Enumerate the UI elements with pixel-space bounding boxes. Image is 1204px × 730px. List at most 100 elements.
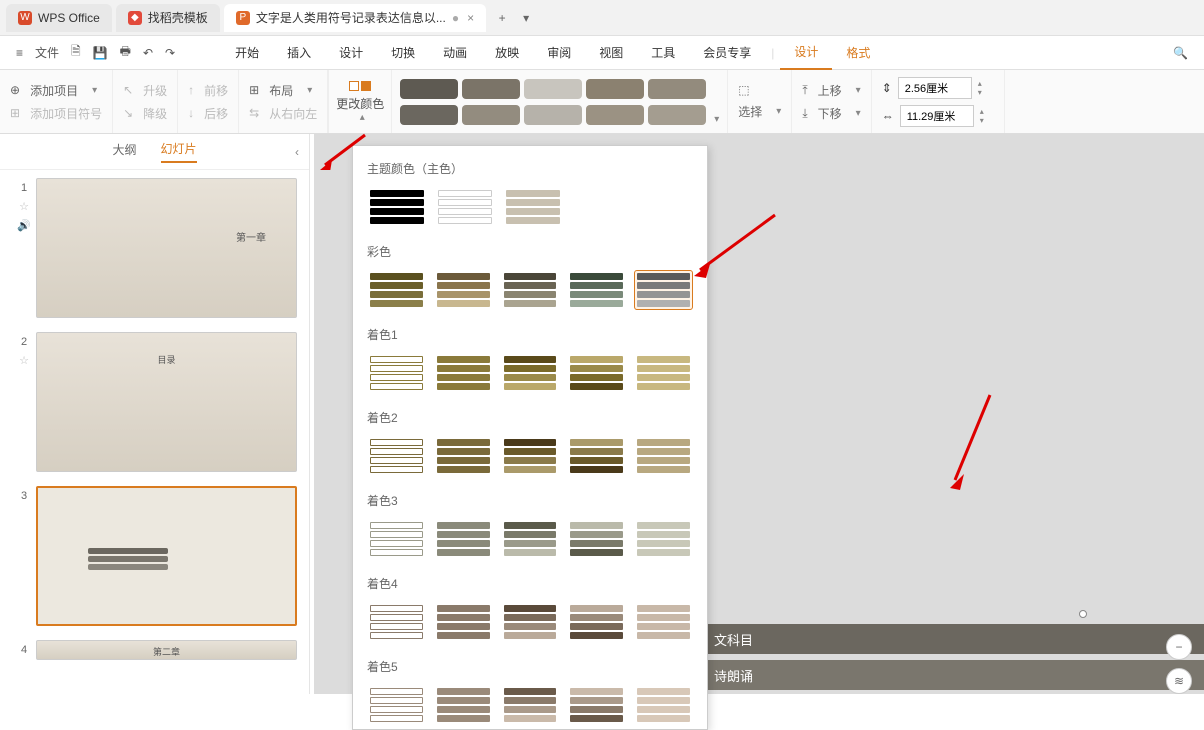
undo-icon[interactable]: ↶	[137, 46, 159, 60]
file-menu[interactable]: 文件	[29, 44, 65, 61]
color-preset[interactable]	[586, 105, 644, 125]
color-scheme[interactable]	[367, 685, 426, 725]
color-preset[interactable]	[648, 79, 706, 99]
color-scheme[interactable]	[434, 436, 493, 476]
color-preset[interactable]	[586, 79, 644, 99]
tab-dropdown[interactable]: ▾	[514, 11, 538, 25]
color-scheme[interactable]	[567, 436, 626, 476]
slide-thumb[interactable]: 2☆ 目录	[12, 332, 297, 472]
new-tab-button[interactable]: +	[490, 11, 514, 25]
menu-slideshow[interactable]: 放映	[481, 36, 533, 70]
slide-thumb[interactable]: 4 第二章	[12, 640, 297, 660]
color-scheme[interactable]	[367, 602, 426, 642]
slide-thumb[interactable]: 1☆🔊 第一章	[12, 178, 297, 318]
color-scheme-selected[interactable]	[634, 270, 693, 310]
width-spinner[interactable]: ▴▾	[980, 107, 994, 125]
add-item-button[interactable]: 添加项目	[30, 82, 78, 99]
menu-member[interactable]: 会员专享	[689, 36, 765, 70]
color-scheme[interactable]	[567, 519, 626, 559]
collapse-icon[interactable]: ‹	[295, 145, 299, 159]
color-preset[interactable]	[400, 79, 458, 99]
print-icon[interactable]: 🖶	[114, 42, 137, 63]
color-preset[interactable]	[462, 105, 520, 125]
color-scheme[interactable]	[434, 353, 493, 393]
color-scheme[interactable]	[501, 519, 560, 559]
color-scheme[interactable]	[501, 353, 560, 393]
slide-preview: 第二章	[36, 640, 297, 660]
height-input[interactable]	[898, 77, 972, 99]
layout-button[interactable]: 布局	[269, 82, 293, 99]
color-scheme[interactable]	[501, 436, 560, 476]
color-preset[interactable]	[524, 79, 582, 99]
width-input[interactable]	[900, 105, 974, 127]
color-preset[interactable]	[524, 105, 582, 125]
color-scheme[interactable]	[367, 519, 426, 559]
color-scheme[interactable]	[367, 436, 426, 476]
move-down-button[interactable]: 下移	[818, 105, 842, 122]
hamburger-icon[interactable]: ≡	[10, 46, 29, 60]
color-scheme[interactable]	[501, 602, 560, 642]
color-scheme[interactable]	[634, 353, 693, 393]
color-scheme[interactable]	[434, 602, 493, 642]
rtl-icon: ⇆	[249, 106, 259, 120]
change-color-button[interactable]: 更改颜色▴	[328, 70, 392, 133]
height-spinner[interactable]: ▴▾	[978, 79, 992, 97]
close-icon[interactable]: ×	[467, 11, 474, 25]
color-scheme[interactable]	[503, 187, 563, 227]
menu-insert[interactable]: 插入	[273, 36, 325, 70]
layers-button[interactable]: ≋	[1166, 668, 1192, 694]
color-preset[interactable]	[400, 105, 458, 125]
menu-review[interactable]: 审阅	[533, 36, 585, 70]
color-scheme[interactable]	[434, 270, 493, 310]
color-preset[interactable]	[462, 79, 520, 99]
color-preset[interactable]	[648, 105, 706, 125]
sidetab-outline[interactable]: 大纲	[112, 141, 136, 162]
color-scheme[interactable]	[634, 436, 693, 476]
select-button[interactable]: 选择	[738, 103, 762, 120]
color-scheme[interactable]	[501, 270, 560, 310]
preset-expand[interactable]: ▾	[714, 114, 719, 125]
redo-icon[interactable]: ↷	[159, 46, 181, 60]
color-scheme[interactable]	[567, 602, 626, 642]
color-scheme[interactable]	[567, 353, 626, 393]
color-scheme[interactable]	[634, 685, 693, 725]
smartart-table[interactable]: 文科目 诗朗诵 文理解	[704, 624, 1204, 694]
color-scheme[interactable]	[434, 519, 493, 559]
search-icon[interactable]: 🔍	[1167, 46, 1194, 60]
color-scheme[interactable]	[501, 685, 560, 725]
color-scheme[interactable]	[567, 270, 626, 310]
menu-transition[interactable]: 切换	[377, 36, 429, 70]
menu-tools[interactable]: 工具	[637, 36, 689, 70]
menu-context-format[interactable]: 格式	[832, 36, 884, 70]
color-scheme[interactable]	[434, 685, 493, 725]
menu-design[interactable]: 设计	[325, 36, 377, 70]
color-scheme[interactable]	[634, 519, 693, 559]
table-row[interactable]: 文科目	[704, 624, 1204, 654]
slide-thumb[interactable]: 3	[12, 486, 297, 626]
sidetab-slides[interactable]: 幻灯片	[161, 140, 197, 163]
add-symbol-button: 添加项目符号	[30, 105, 102, 122]
tab-template[interactable]: ◆ 找稻壳模板	[116, 4, 220, 32]
tab-label: 文字是人类用符号记录表达信息以...	[256, 9, 446, 26]
color-scheme[interactable]	[367, 270, 426, 310]
menu-animation[interactable]: 动画	[429, 36, 481, 70]
menu-view[interactable]: 视图	[585, 36, 637, 70]
color-scheme[interactable]	[435, 187, 495, 227]
save-icon[interactable]: 💾	[87, 46, 114, 60]
move-back-button: 后移	[204, 105, 228, 122]
color-scheme[interactable]	[367, 353, 426, 393]
color-scheme[interactable]	[634, 602, 693, 642]
tab-document[interactable]: P 文字是人类用符号记录表达信息以... ● ×	[224, 4, 486, 32]
color-scheme[interactable]	[567, 685, 626, 725]
new-icon[interactable]: 🗎	[65, 42, 87, 63]
move-up-button[interactable]: 上移	[818, 82, 842, 99]
table-row[interactable]: 诗朗诵	[704, 660, 1204, 690]
tab-wps[interactable]: W WPS Office	[6, 4, 112, 32]
resize-handle[interactable]	[1079, 610, 1087, 618]
add-symbol-icon: ⊞	[10, 106, 20, 120]
color-scheme[interactable]	[367, 187, 427, 227]
menu-start[interactable]: 开始	[221, 36, 273, 70]
menu-context-design[interactable]: 设计	[780, 36, 832, 70]
minus-button[interactable]: −	[1166, 634, 1192, 660]
star-icon: ☆	[19, 200, 29, 213]
